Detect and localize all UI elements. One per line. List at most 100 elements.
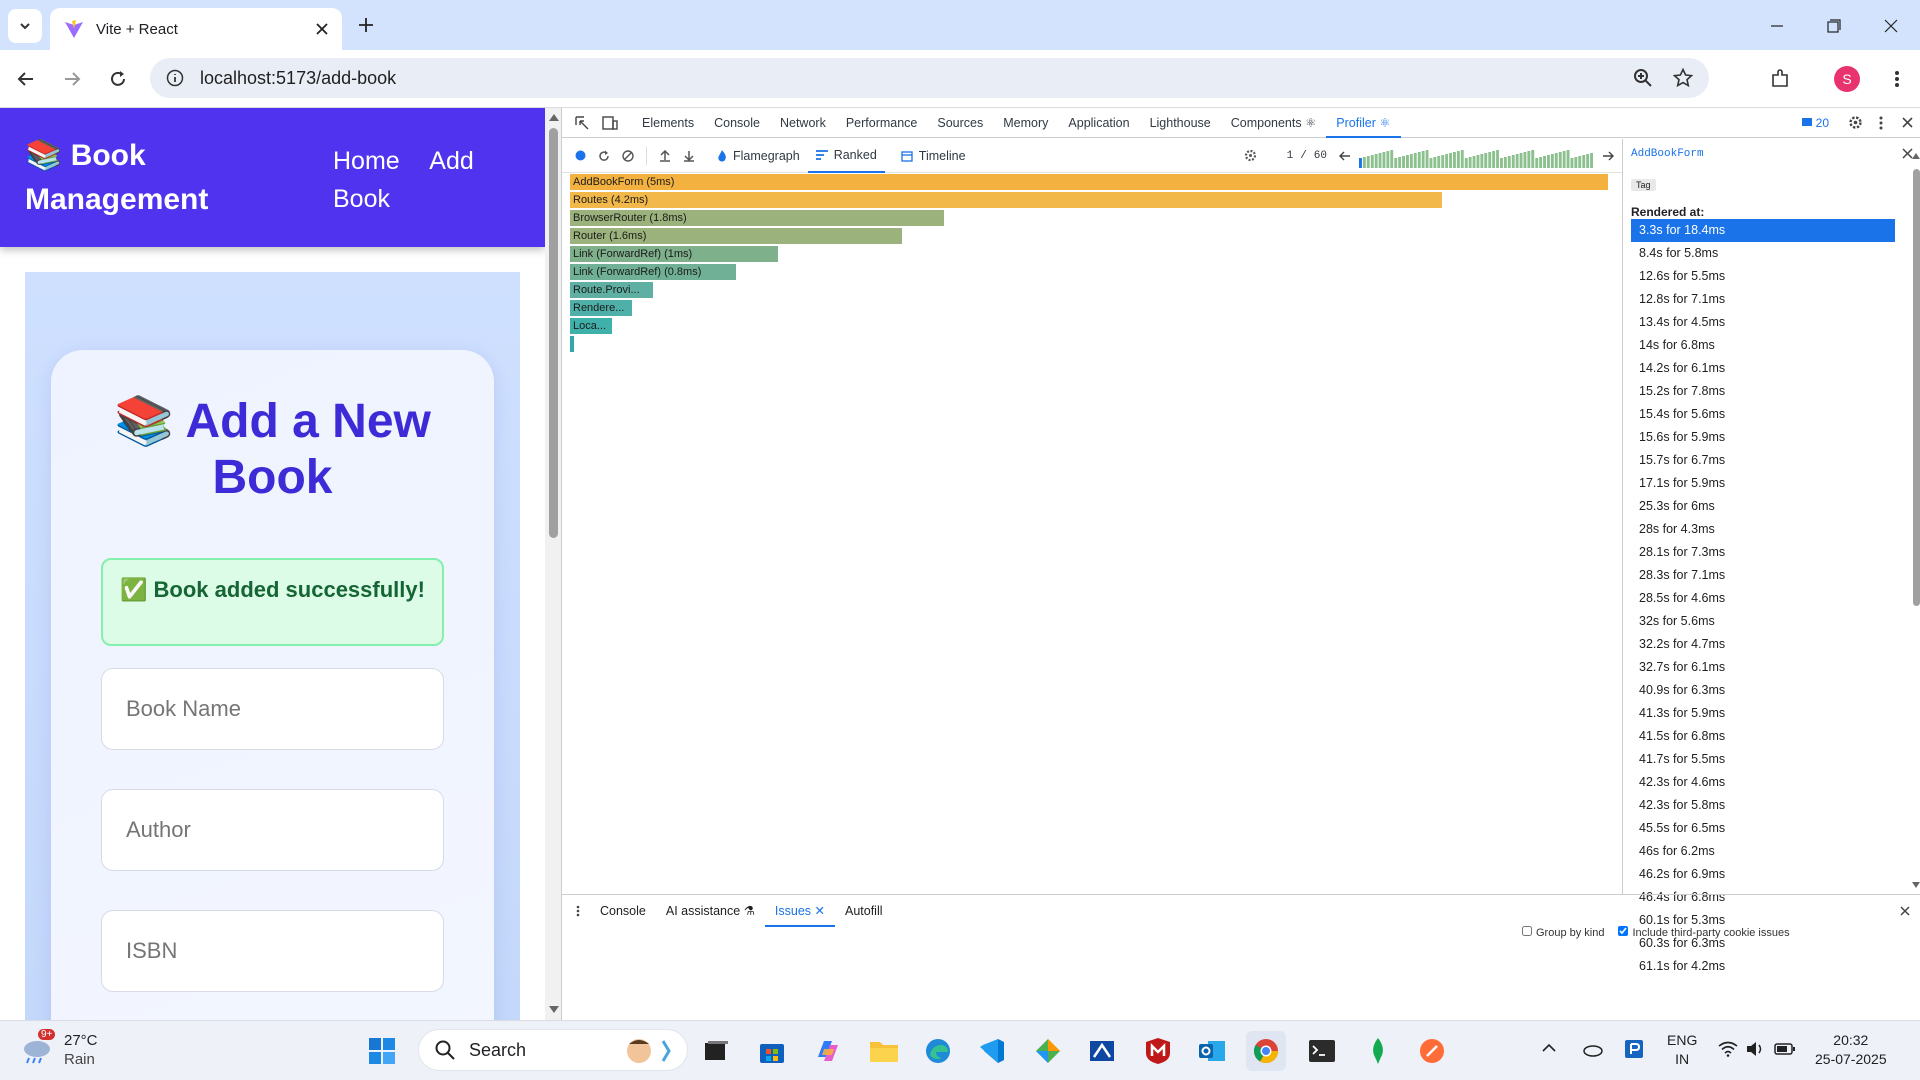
render-entry[interactable]: 17.1s for 5.9ms (1631, 472, 1895, 495)
render-entry[interactable]: 13.4s for 4.5ms (1631, 311, 1895, 334)
render-entry[interactable]: 28.3s for 7.1ms (1631, 564, 1895, 587)
load-profile-button[interactable] (653, 149, 677, 162)
sidebar-scrollbar-thumb[interactable] (1913, 169, 1920, 606)
tray-app-icon[interactable] (1624, 1039, 1644, 1059)
save-profile-button[interactable] (677, 150, 701, 162)
sidebar-scrollbar[interactable] (1911, 149, 1920, 894)
render-entry[interactable]: 32.7s for 6.1ms (1631, 656, 1895, 679)
render-entry[interactable]: 14s for 6.8ms (1631, 334, 1895, 357)
group-by-kind-checkbox[interactable] (1522, 926, 1532, 936)
render-entry[interactable]: 41.3s for 5.9ms (1631, 702, 1895, 725)
start-button[interactable] (362, 1031, 402, 1071)
devtools-tab-lighthouse[interactable]: Lighthouse (1140, 108, 1221, 138)
scrollbar-thumb[interactable] (549, 128, 558, 538)
bookmark-star-icon[interactable] (1673, 68, 1693, 88)
devtools-tab-console[interactable]: Console (704, 108, 770, 138)
scroll-up-arrow[interactable] (549, 114, 559, 121)
render-entry[interactable]: 42.3s for 5.8ms (1631, 794, 1895, 817)
wifi-icon[interactable] (1718, 1041, 1738, 1057)
ranked-bar[interactable]: Route.Provi... (570, 282, 653, 298)
render-entry[interactable]: 12.6s for 5.5ms (1631, 265, 1895, 288)
drawer-tab-issues[interactable]: Issues ✕ (764, 895, 835, 927)
profiler-settings-icon[interactable] (1239, 149, 1263, 162)
scroll-down-arrow[interactable] (549, 1006, 559, 1013)
render-entry[interactable]: 3.3s for 18.4ms (1631, 219, 1895, 242)
devtools-tab-memory[interactable]: Memory (993, 108, 1058, 138)
vscode-icon[interactable] (972, 1031, 1012, 1071)
battery-icon[interactable] (1774, 1041, 1796, 1057)
render-entry[interactable]: 32.2s for 4.7ms (1631, 633, 1895, 656)
restore-window-button[interactable] (1822, 14, 1846, 38)
render-entry[interactable]: 42.3s for 4.6ms (1631, 771, 1895, 794)
render-entry[interactable]: 40.9s for 6.3ms (1631, 679, 1895, 702)
new-tab-button[interactable] (354, 13, 378, 37)
group-by-kind-option[interactable]: Group by kind (1522, 926, 1604, 939)
postman-icon[interactable] (1412, 1031, 1452, 1071)
render-entry[interactable]: 45.5s for 6.5ms (1631, 817, 1895, 840)
input-language[interactable]: ENG IN (1667, 1031, 1697, 1069)
render-entry[interactable]: 46s for 6.2ms (1631, 840, 1895, 863)
prev-commit-button[interactable] (1335, 150, 1355, 162)
render-entry[interactable]: 41.5s for 6.8ms (1631, 725, 1895, 748)
devtools-tab-components[interactable]: Components ⚛ (1221, 108, 1327, 138)
render-entry[interactable]: 12.8s for 7.1ms (1631, 288, 1895, 311)
devtools-tab-profiler[interactable]: Profiler ⚛ (1326, 108, 1401, 138)
close-tab-icon[interactable] (316, 23, 328, 35)
clear-profile-button[interactable] (616, 149, 640, 162)
back-button[interactable] (14, 67, 38, 91)
render-entry[interactable]: 25.3s for 6ms (1631, 495, 1895, 518)
render-entry[interactable]: 61.1s for 4.2ms (1631, 955, 1895, 978)
devtools-tab-network[interactable]: Network (770, 108, 836, 138)
book-name-input[interactable] (101, 668, 444, 750)
chrome-menu-icon[interactable] (1885, 67, 1909, 91)
ranked-bar[interactable]: Loca... (570, 318, 612, 334)
outlook-icon[interactable] (1192, 1031, 1232, 1071)
devtools-close-icon[interactable] (1893, 117, 1920, 128)
extensions-icon[interactable] (1768, 67, 1792, 91)
render-entry[interactable]: 32s for 5.6ms (1631, 610, 1895, 633)
reload-profile-button[interactable] (592, 150, 616, 162)
ranked-bar[interactable]: Link (ForwardRef) (0.8ms) (570, 264, 736, 280)
nav-link-home[interactable]: Home (333, 147, 400, 175)
include-third-party-checkbox[interactable] (1618, 926, 1629, 936)
address-bar[interactable]: localhost:5173/add-book (150, 58, 1709, 98)
timeline-tab[interactable]: Timeline (893, 139, 974, 173)
weather-widget[interactable]: 9+ 27°C Rain (20, 1029, 98, 1069)
record-button[interactable] (568, 150, 592, 161)
terminal-icon[interactable] (1302, 1031, 1342, 1071)
profile-avatar[interactable]: S (1834, 66, 1860, 92)
isbn-input[interactable] (101, 910, 444, 992)
include-third-party-option[interactable]: Include third-party cookie issues (1618, 926, 1790, 939)
volume-icon[interactable] (1746, 1041, 1766, 1057)
page-scrollbar[interactable] (545, 108, 561, 1020)
issues-counter[interactable]: 20 (1801, 116, 1829, 130)
device-toolbar-icon[interactable] (596, 108, 624, 138)
render-entry[interactable]: 41.7s for 5.5ms (1631, 748, 1895, 771)
ranked-bar[interactable]: Rendere... (570, 300, 632, 316)
devtools-menu-icon[interactable] (1869, 116, 1893, 130)
forward-button[interactable] (60, 67, 84, 91)
drawer-tab-ai-assistance[interactable]: AI assistance ⚗ (656, 895, 765, 927)
render-entry[interactable]: 28.5s for 4.6ms (1631, 587, 1895, 610)
ranked-bar[interactable]: Routes (4.2ms) (570, 192, 1442, 208)
render-entry[interactable]: 15.7s for 6.7ms (1631, 449, 1895, 472)
devtools-tab-elements[interactable]: Elements (632, 108, 704, 138)
copilot-icon[interactable] (808, 1031, 848, 1071)
next-commit-button[interactable] (1598, 150, 1618, 162)
render-entry[interactable]: 15.4s for 5.6ms (1631, 403, 1895, 426)
file-explorer-icon[interactable] (864, 1031, 904, 1071)
microsoft-store-icon[interactable] (752, 1031, 792, 1071)
commit-bar-chart[interactable] (1359, 144, 1594, 168)
render-entry[interactable]: 28s for 4.3ms (1631, 518, 1895, 541)
url-text[interactable]: localhost:5173/add-book (200, 68, 396, 89)
flamegraph-tab[interactable]: Flamegraph (709, 139, 808, 173)
browser-tab[interactable]: Vite + React (50, 8, 342, 50)
zoom-icon[interactable] (1633, 68, 1653, 88)
render-entry[interactable]: 15.6s for 5.9ms (1631, 426, 1895, 449)
onedrive-sync-icon[interactable] (1582, 1041, 1604, 1057)
devtools-tab-application[interactable]: Application (1058, 108, 1139, 138)
chrome-taskbar-icon[interactable] (1246, 1031, 1286, 1071)
taskbar-search[interactable]: Search (418, 1029, 688, 1071)
ranked-tab[interactable]: Ranked (807, 139, 885, 173)
close-window-button[interactable] (1879, 14, 1903, 38)
